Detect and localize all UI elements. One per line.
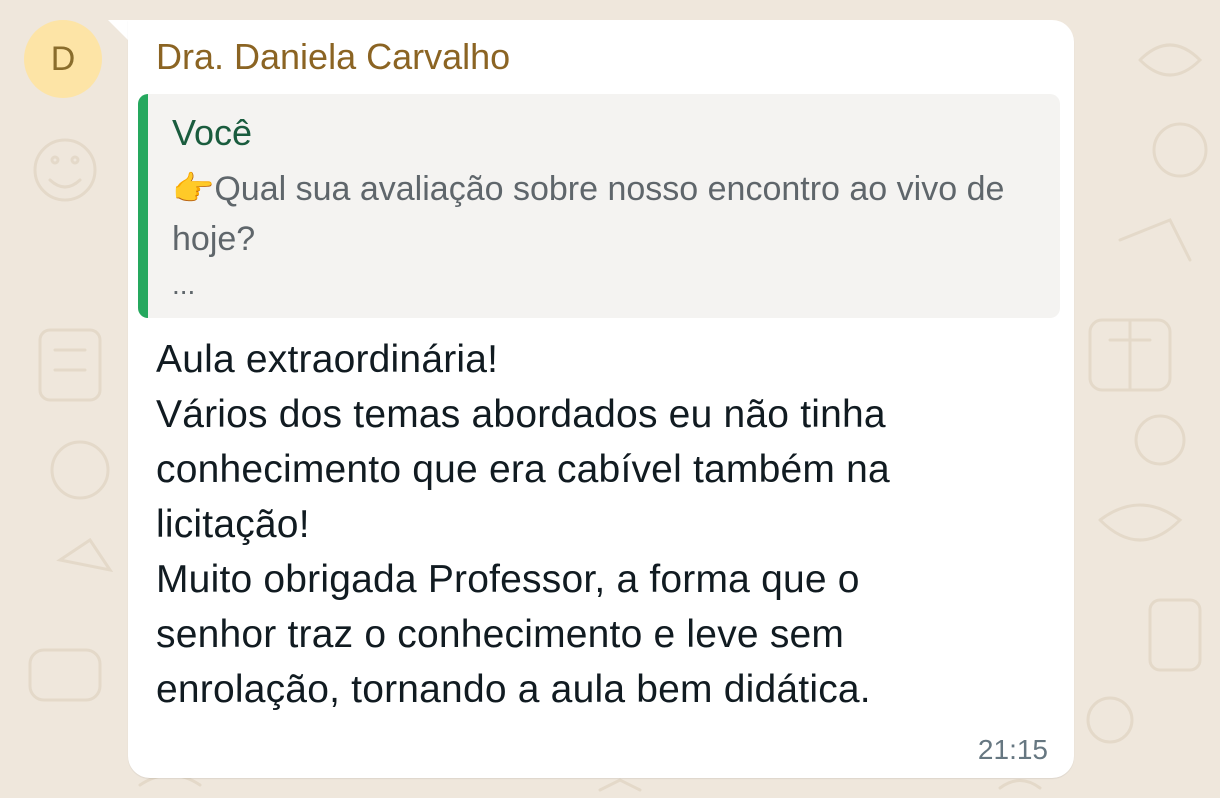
message-line: Vários dos temas abordados eu não tinha (156, 393, 886, 436)
message-line: Aula extraordinária! (156, 338, 499, 381)
message-line: enrolação, tornando a aula bem didática. (156, 668, 871, 711)
message-bubble[interactable]: Dra. Daniela Carvalho Você 👉Qual sua ava… (128, 20, 1074, 778)
message-line: conhecimento que era cabível também na (156, 448, 890, 491)
quoted-ellipsis: ... (172, 269, 196, 300)
message-text: Aula extraordinária! Vários dos temas ab… (156, 332, 1056, 717)
message-timestamp: 21:15 (977, 734, 1048, 765)
sender-avatar[interactable]: D (24, 20, 102, 98)
message-line: Muito obrigada Professor, a forma que o (156, 558, 860, 601)
quoted-message[interactable]: Você 👉Qual sua avaliação sobre nosso enc… (138, 94, 1060, 318)
avatar-letter: D (50, 40, 76, 78)
quoted-author: Você (172, 112, 253, 153)
quoted-text: 👉Qual sua avaliação sobre nosso encontro… (172, 170, 1005, 258)
sender-name[interactable]: Dra. Daniela Carvalho (156, 36, 510, 78)
message-line: senhor traz o conhecimento e leve sem (156, 613, 845, 656)
quote-accent-bar (138, 94, 148, 318)
message-line: licitação! (156, 503, 310, 546)
